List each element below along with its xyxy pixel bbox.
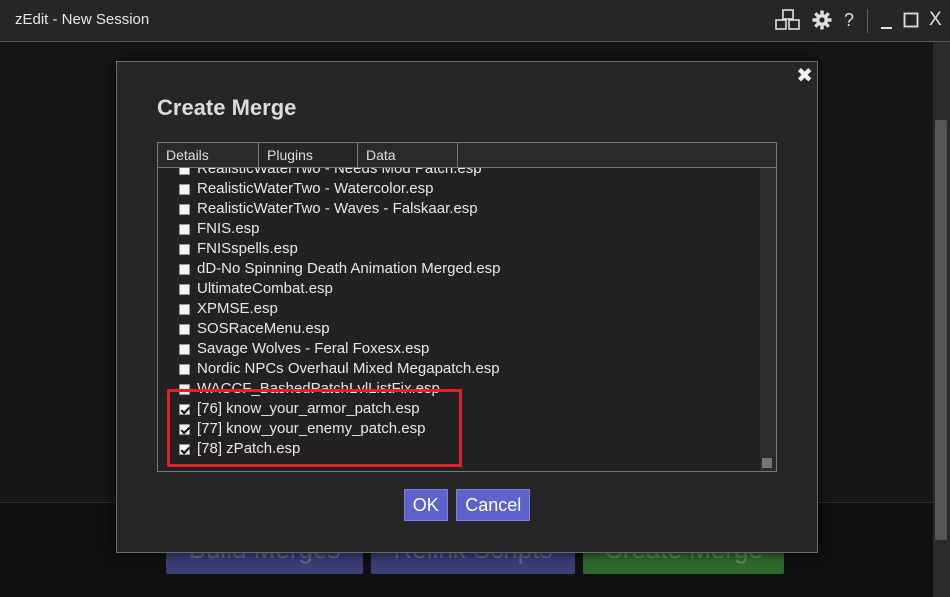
plugin-label: Savage Wolves - Feral Foxesx.esp [197, 340, 430, 357]
plugin-label: SOSRaceMenu.esp [197, 320, 330, 337]
packages-icon[interactable] [774, 9, 802, 31]
plugin-label: FNISspells.esp [197, 240, 298, 257]
plugin-label: RealisticWaterTwo - Needs Mod Patch.esp [197, 167, 482, 177]
gear-icon[interactable] [812, 9, 832, 31]
plugin-checkbox[interactable] [179, 264, 190, 275]
plugin-list-item[interactable]: SOSRaceMenu.esp [176, 319, 501, 339]
close-window-icon[interactable]: X [929, 9, 942, 31]
help-icon[interactable]: ? [844, 9, 854, 31]
tab-bar: Details Plugins Data [157, 142, 777, 167]
selection-highlight-box [167, 389, 462, 467]
plugin-checkbox[interactable] [179, 224, 190, 235]
maximize-icon[interactable] [903, 9, 919, 31]
plugin-list-item[interactable]: UltimateCombat.esp [176, 279, 501, 299]
plugin-checkbox[interactable] [179, 344, 190, 355]
window-title: zEdit - New Session [15, 11, 150, 28]
minimize-icon[interactable] [880, 9, 894, 31]
plugin-label: RealisticWaterTwo - Waves - Falskaar.esp [197, 200, 478, 217]
ok-button[interactable]: OK [403, 489, 448, 521]
modal-title: Create Merge [157, 95, 297, 120]
plugin-checkbox[interactable] [179, 304, 190, 315]
dialog-button-row: OK Cancel [117, 489, 817, 521]
plugin-list-item[interactable]: RealisticWaterTwo - Needs Mod Patch.esp [176, 167, 501, 179]
cancel-button[interactable]: Cancel [456, 489, 531, 521]
plugin-label: RealisticWaterTwo - Watercolor.esp [197, 180, 434, 197]
plugin-label: XPMSE.esp [197, 300, 278, 317]
plugin-checkbox[interactable] [179, 364, 190, 375]
plugin-list-item[interactable]: XPMSE.esp [176, 299, 501, 319]
plugin-checkbox[interactable] [179, 184, 190, 195]
tab-data[interactable]: Data [358, 143, 458, 167]
plugin-checkbox[interactable] [179, 324, 190, 335]
tab-details[interactable]: Details [158, 143, 259, 167]
plugin-list-item[interactable]: RealisticWaterTwo - Waves - Falskaar.esp [176, 199, 501, 219]
plugin-checkbox[interactable] [179, 168, 190, 175]
plugin-list-item[interactable]: FNIS.esp [176, 219, 501, 239]
plugin-label: FNIS.esp [197, 220, 260, 237]
plugin-list-item[interactable]: Savage Wolves - Feral Foxesx.esp [176, 339, 501, 359]
title-bar-separator [867, 9, 868, 33]
plugin-list-item[interactable]: dD-No Spinning Death Animation Merged.es… [176, 259, 501, 279]
title-bar: zEdit - New Session ? X [0, 0, 950, 42]
tab-plugins[interactable]: Plugins [259, 143, 358, 167]
plugin-label: Nordic NPCs Overhaul Mixed Megapatch.esp [197, 360, 500, 377]
plugin-list-scrollbar[interactable] [760, 168, 776, 471]
plugin-label: UltimateCombat.esp [197, 280, 333, 297]
plugin-list-item[interactable]: RealisticWaterTwo - Watercolor.esp [176, 179, 501, 199]
plugin-list-item[interactable]: FNISspells.esp [176, 239, 501, 259]
plugin-list-scrollbar-thumb[interactable] [762, 458, 772, 468]
close-icon[interactable]: ✖ [796, 63, 813, 88]
plugin-checkbox[interactable] [179, 244, 190, 255]
plugin-label: dD-No Spinning Death Animation Merged.es… [197, 260, 501, 277]
page-scrollbar-thumb[interactable] [935, 120, 947, 540]
create-merge-modal: ✖ Create Merge Details Plugins Data Real… [116, 61, 818, 553]
plugin-checkbox[interactable] [179, 204, 190, 215]
plugin-list-item[interactable]: Nordic NPCs Overhaul Mixed Megapatch.esp [176, 359, 501, 379]
plugin-checkbox[interactable] [179, 284, 190, 295]
